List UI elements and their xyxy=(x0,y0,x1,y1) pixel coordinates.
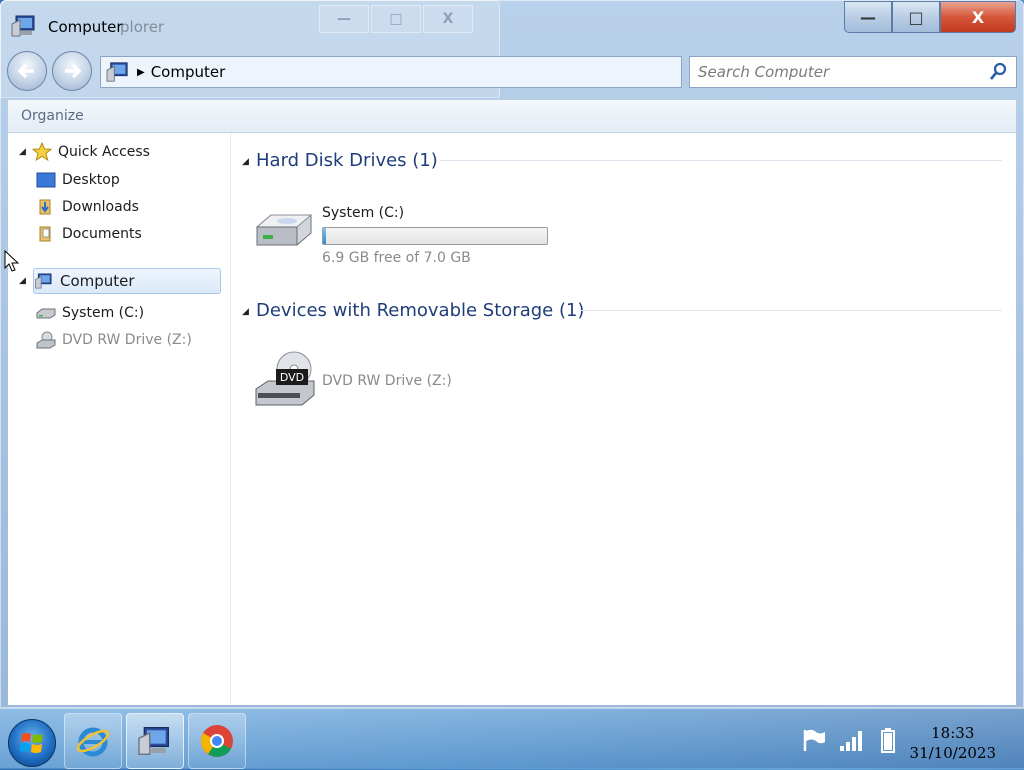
ghost-caption-buttons: — □ X xyxy=(319,5,475,33)
sidebar-item-label: Documents xyxy=(62,226,142,242)
section-divider xyxy=(440,160,1002,161)
clock-time: 18:33 xyxy=(931,724,975,742)
close-button[interactable]: X xyxy=(940,1,1016,33)
drive-tile-dvd-z[interactable]: DVD DVD RW Drive (Z:) xyxy=(248,345,568,411)
forward-button[interactable] xyxy=(52,51,92,91)
computer-icon xyxy=(106,62,128,82)
forward-arrow-icon xyxy=(65,63,82,79)
internet-explorer-icon xyxy=(76,727,110,757)
collapse-section-icon[interactable]: ◢ xyxy=(242,307,249,317)
sidebar-item-downloads[interactable]: Downloads xyxy=(36,195,139,219)
computer-icon xyxy=(11,15,35,37)
hard-disk-section-title[interactable]: Hard Disk Drives (1) xyxy=(256,150,438,171)
hard-drive-icon xyxy=(36,304,56,322)
taskbar-internet-explorer[interactable] xyxy=(64,713,122,769)
search-icon[interactable] xyxy=(986,60,1010,84)
taskbar-windows-explorer[interactable] xyxy=(126,713,184,769)
dvd-badge-text: DVD xyxy=(280,371,304,384)
window-title: Computer xyxy=(48,18,123,36)
downloads-folder-icon xyxy=(36,198,56,216)
section-title-text: Devices with Removable Storage (1) xyxy=(256,300,585,321)
computer-icon xyxy=(34,272,54,290)
maximize-button[interactable]: □ xyxy=(892,1,940,33)
sidebar-item-desktop[interactable]: Desktop xyxy=(36,168,120,192)
documents-folder-icon xyxy=(36,225,56,243)
system-clock[interactable]: 18:33 31/10/2023 xyxy=(910,723,996,763)
sidebar-item-label: DVD RW Drive (Z:) xyxy=(62,332,192,348)
search-input[interactable] xyxy=(696,62,986,82)
expand-arrow-icon[interactable]: ◢ xyxy=(19,147,26,157)
disk-usage-fill xyxy=(323,228,327,244)
back-button[interactable] xyxy=(7,51,47,91)
address-bar[interactable]: ▶ Computer xyxy=(100,56,682,88)
drive-free-space: 6.9 GB free of 7.0 GB xyxy=(322,250,471,266)
star-icon xyxy=(32,142,52,162)
sidebar-item-label: Computer xyxy=(60,272,135,290)
ghost-title-fragment: plorer xyxy=(120,18,165,36)
collapse-section-icon[interactable]: ◢ xyxy=(242,157,249,167)
drive-name: DVD RW Drive (Z:) xyxy=(322,373,452,389)
clock-date: 31/10/2023 xyxy=(909,744,996,762)
desktop-icon xyxy=(36,171,56,189)
search-box[interactable] xyxy=(689,56,1017,88)
dvd-drive-icon xyxy=(36,331,56,349)
back-arrow-icon xyxy=(17,63,34,79)
breadcrumb-computer[interactable]: Computer xyxy=(151,63,226,81)
ghost-maximize-button: □ xyxy=(371,5,421,33)
content-area: ◢ Quick Access Desktop Downloads Documen… xyxy=(8,133,1016,705)
battery-icon[interactable] xyxy=(874,727,902,753)
windows-logo-icon xyxy=(20,733,43,753)
sidebar-item-dvd-z[interactable]: DVD RW Drive (Z:) xyxy=(36,328,192,352)
sidebar-item-label: Downloads xyxy=(62,199,139,215)
sidebar-item-label: System (C:) xyxy=(62,305,145,321)
dvd-drive-icon: DVD xyxy=(255,351,315,406)
network-signal-icon[interactable] xyxy=(838,727,866,753)
section-divider xyxy=(580,310,1002,311)
sidebar-item-computer[interactable]: Computer xyxy=(33,268,221,294)
action-center-flag-icon[interactable] xyxy=(800,727,828,753)
breadcrumb-chevron-icon[interactable]: ▶ xyxy=(137,67,145,78)
expand-arrow-icon[interactable]: ◢ xyxy=(19,276,26,286)
minimize-button[interactable]: — xyxy=(844,1,892,33)
ghost-minimize-button: — xyxy=(319,5,369,33)
organize-menu[interactable]: Organize xyxy=(21,108,84,124)
drive-tile-system-c[interactable]: System (C:) 6.9 GB free of 7.0 GB xyxy=(248,193,568,273)
start-button[interactable] xyxy=(8,719,56,767)
command-bar: Organize xyxy=(8,100,1016,133)
sidebar-item-label: Desktop xyxy=(62,172,120,188)
sidebar-item-documents[interactable]: Documents xyxy=(36,222,142,246)
removable-section-title[interactable]: Devices with Removable Storage (1) xyxy=(256,300,584,321)
caption-buttons: — □ X xyxy=(844,1,1016,33)
taskbar: 18:33 31/10/2023 xyxy=(0,708,1024,769)
section-title-text: Hard Disk Drives (1) xyxy=(256,150,438,171)
mouse-cursor-icon xyxy=(4,250,20,272)
drive-name: System (C:) xyxy=(322,205,405,221)
sidebar-item-system-c[interactable]: System (C:) xyxy=(36,301,144,325)
sidebar-item-quick-access[interactable]: Quick Access xyxy=(32,140,150,164)
sidebar-item-label: Quick Access xyxy=(58,144,150,160)
explorer-window: — □ X Computer plorer — □ X ▶ Computer S… xyxy=(0,0,1024,708)
disk-usage-bar xyxy=(322,227,548,245)
ghost-close-button: X xyxy=(423,5,473,33)
windows-explorer-icon xyxy=(138,727,169,755)
chrome-icon xyxy=(200,725,233,757)
taskbar-chrome[interactable] xyxy=(188,713,246,769)
hard-drive-icon xyxy=(255,214,313,246)
navigation-pane: ◢ Quick Access Desktop Downloads Documen… xyxy=(8,133,231,705)
